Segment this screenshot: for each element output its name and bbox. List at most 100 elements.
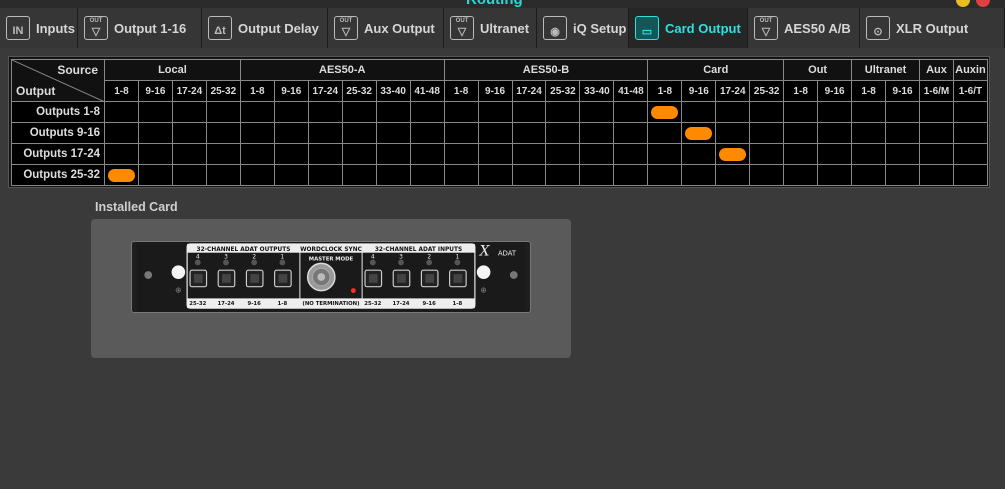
close-icon[interactable] (976, 0, 990, 7)
routing-cell[interactable] (749, 164, 785, 186)
routing-cell[interactable] (545, 122, 581, 144)
routing-cell[interactable] (511, 143, 547, 165)
routing-cell[interactable] (715, 101, 751, 123)
routing-cell[interactable] (647, 164, 683, 186)
routing-cell[interactable] (273, 164, 309, 186)
routing-cell[interactable] (647, 143, 683, 165)
tab-aux-output[interactable]: OUT ▽ Aux Output (328, 8, 444, 48)
routing-cell[interactable] (919, 164, 954, 186)
routing-cell[interactable] (952, 143, 988, 165)
routing-cell[interactable] (205, 164, 241, 186)
routing-cell[interactable] (749, 101, 785, 123)
routing-cell[interactable] (443, 164, 479, 186)
routing-cell[interactable] (851, 164, 887, 186)
routing-cell[interactable] (104, 122, 139, 144)
tab-ultranet[interactable]: OUT ▽ Ultranet (444, 8, 537, 48)
routing-cell[interactable] (613, 101, 649, 123)
routing-cell[interactable] (409, 143, 445, 165)
routing-cell[interactable] (171, 122, 207, 144)
routing-cell[interactable] (205, 101, 241, 123)
routing-cell[interactable] (851, 101, 887, 123)
routing-cell[interactable] (205, 122, 241, 144)
routing-cell[interactable] (137, 101, 173, 123)
routing-cell[interactable] (952, 164, 988, 186)
routing-cell[interactable] (273, 143, 309, 165)
routing-cell[interactable] (545, 101, 581, 123)
minimize-icon[interactable] (956, 0, 970, 7)
routing-cell[interactable] (239, 101, 275, 123)
tab-inputs[interactable]: IN Inputs (0, 8, 78, 48)
tab-output-delay[interactable]: Δt Output Delay (202, 8, 328, 48)
routing-cell[interactable] (171, 101, 207, 123)
routing-cell[interactable] (783, 122, 819, 144)
routing-cell[interactable] (341, 164, 377, 186)
routing-cell[interactable] (239, 122, 275, 144)
routing-cell[interactable] (715, 122, 751, 144)
routing-cell[interactable] (579, 164, 615, 186)
routing-cell[interactable] (681, 101, 717, 123)
routing-cell[interactable] (817, 143, 853, 165)
routing-cell[interactable] (137, 122, 173, 144)
routing-cell[interactable] (579, 143, 615, 165)
routing-cell[interactable] (273, 101, 309, 123)
routing-cell[interactable] (443, 143, 479, 165)
routing-cell[interactable] (851, 122, 887, 144)
routing-cell[interactable] (885, 143, 920, 165)
routing-cell[interactable] (375, 122, 411, 144)
routing-cell[interactable] (307, 101, 343, 123)
routing-cell[interactable] (205, 143, 241, 165)
routing-cell[interactable] (409, 164, 445, 186)
routing-cell[interactable] (817, 101, 853, 123)
routing-cell[interactable] (104, 164, 139, 186)
routing-cell[interactable] (341, 122, 377, 144)
routing-cell[interactable] (885, 101, 920, 123)
routing-cell[interactable] (579, 122, 615, 144)
routing-cell[interactable] (783, 101, 819, 123)
routing-cell[interactable] (307, 122, 343, 144)
routing-cell[interactable] (613, 143, 649, 165)
routing-cell[interactable] (511, 164, 547, 186)
tab-iq-setup[interactable]: ◉ iQ Setup (537, 8, 629, 48)
routing-cell[interactable] (681, 143, 717, 165)
routing-cell[interactable] (375, 143, 411, 165)
routing-cell[interactable] (613, 122, 649, 144)
routing-cell[interactable] (409, 122, 445, 144)
routing-cell[interactable] (783, 164, 819, 186)
routing-cell[interactable] (545, 143, 581, 165)
routing-cell[interactable] (715, 143, 751, 165)
routing-cell[interactable] (749, 122, 785, 144)
routing-cell[interactable] (137, 164, 173, 186)
routing-cell[interactable] (681, 164, 717, 186)
tab-output-1-16[interactable]: OUT ▽ Output 1-16 (78, 8, 202, 48)
routing-cell[interactable] (477, 122, 513, 144)
routing-cell[interactable] (952, 122, 988, 144)
routing-cell[interactable] (375, 164, 411, 186)
routing-cell[interactable] (477, 101, 513, 123)
routing-cell[interactable] (783, 143, 819, 165)
routing-cell[interactable] (511, 101, 547, 123)
routing-cell[interactable] (171, 164, 207, 186)
routing-cell[interactable] (341, 143, 377, 165)
routing-cell[interactable] (681, 122, 717, 144)
routing-cell[interactable] (409, 101, 445, 123)
tab-aes50-a-b[interactable]: OUT ▽ AES50 A/B (748, 8, 860, 48)
routing-cell[interactable] (341, 101, 377, 123)
routing-cell[interactable] (885, 122, 920, 144)
routing-cell[interactable] (273, 122, 309, 144)
routing-cell[interactable] (477, 143, 513, 165)
routing-cell[interactable] (647, 101, 683, 123)
routing-cell[interactable] (919, 143, 954, 165)
routing-cell[interactable] (817, 122, 853, 144)
routing-cell[interactable] (952, 101, 988, 123)
routing-cell[interactable] (545, 164, 581, 186)
routing-cell[interactable] (104, 101, 139, 123)
routing-cell[interactable] (511, 122, 547, 144)
routing-cell[interactable] (919, 122, 954, 144)
routing-cell[interactable] (307, 164, 343, 186)
routing-cell[interactable] (647, 122, 683, 144)
routing-cell[interactable] (239, 143, 275, 165)
routing-cell[interactable] (817, 164, 853, 186)
routing-cell[interactable] (749, 143, 785, 165)
routing-cell[interactable] (104, 143, 139, 165)
routing-cell[interactable] (443, 101, 479, 123)
